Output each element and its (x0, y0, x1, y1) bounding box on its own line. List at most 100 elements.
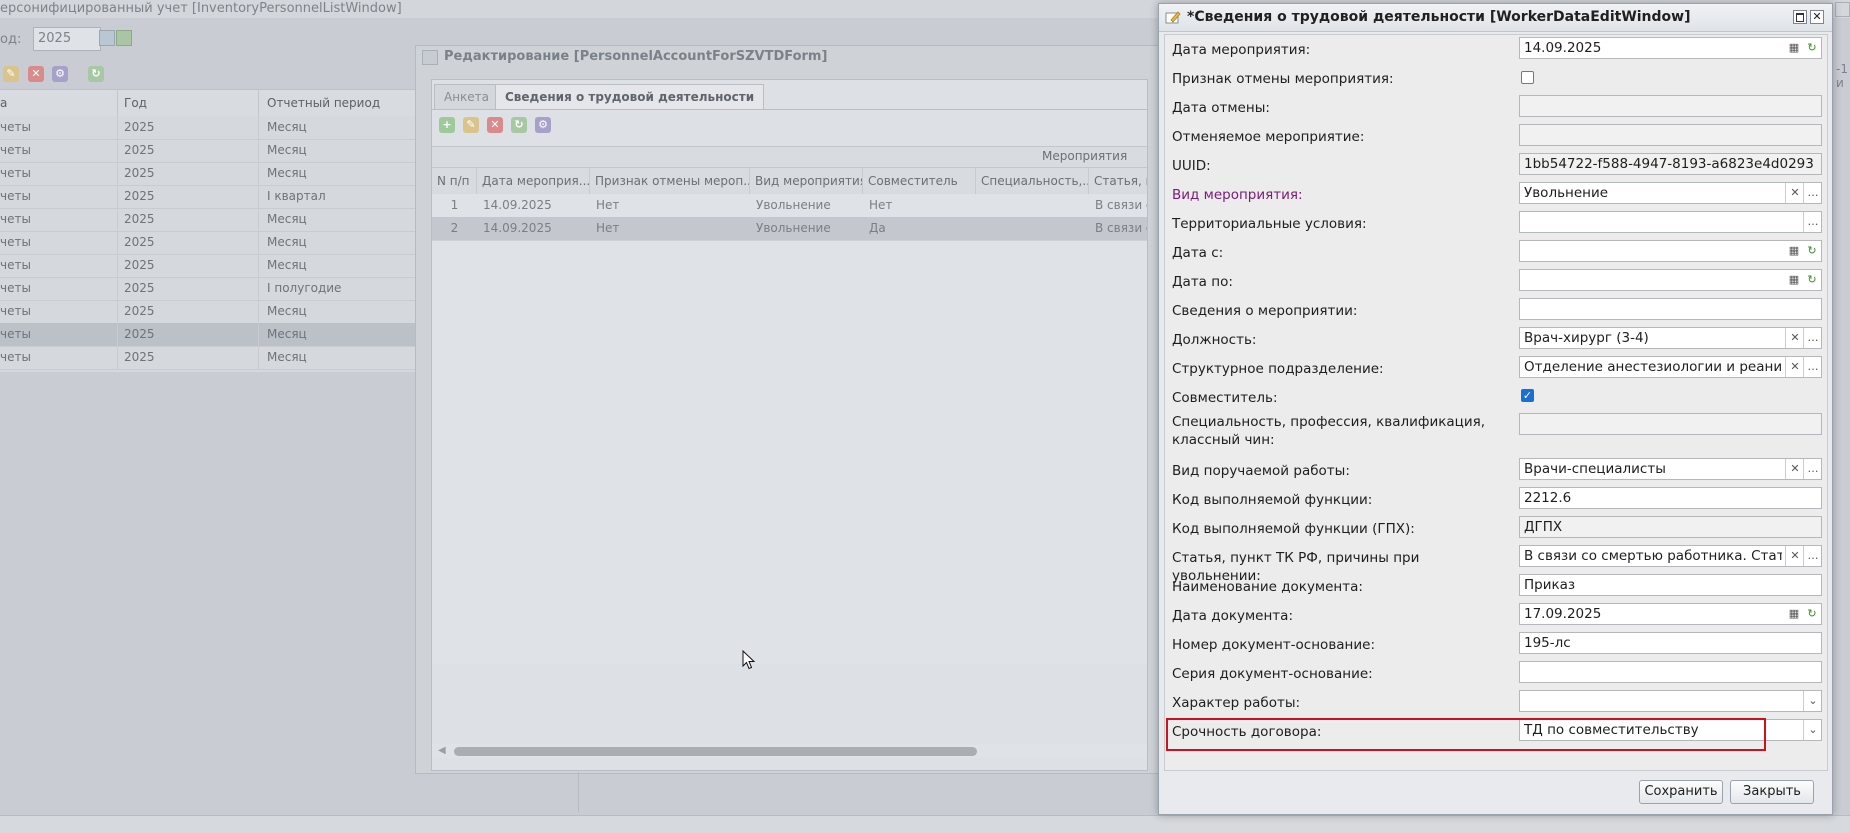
edit-icon[interactable]: ✎ (463, 117, 479, 133)
table-row-selected[interactable]: 2 14.09.2025 Нет Увольнение Да В связи с… (432, 217, 1147, 241)
clear-icon[interactable]: ✕ (1785, 546, 1804, 566)
horizontal-scrollbar[interactable]: ◀ (432, 744, 1147, 758)
column-header-cancel-flag[interactable]: Признак отмены мероп... (590, 168, 750, 194)
department-field[interactable]: Отделение анестезиологии и реанимации ✕ … (1519, 356, 1822, 378)
position-value: Врач-хирург (3-4) (1524, 330, 1649, 346)
calendar-icon[interactable]: ▦ (1785, 241, 1803, 261)
table-row[interactable]: четы 2025 Месяц (0, 162, 415, 186)
table-row[interactable]: 1 14.09.2025 Нет Увольнение Нет В связи … (432, 194, 1147, 218)
column-header-number[interactable]: N п/п (432, 168, 477, 194)
doc-series-field[interactable] (1519, 661, 1822, 683)
scroll-left-icon[interactable]: ◀ (438, 745, 446, 756)
refresh-date-icon[interactable]: ↻ (1803, 604, 1821, 624)
clear-icon[interactable]: ✕ (1785, 357, 1804, 377)
table-row[interactable]: четы 2025 I полугодие (0, 277, 415, 301)
select-dots-icon[interactable]: … (1803, 546, 1821, 566)
column-header-period[interactable]: Отчетный период (258, 90, 417, 116)
reload-icon[interactable]: ↻ (511, 117, 527, 133)
edit-icon[interactable]: ✎ (3, 66, 19, 82)
event-date-value: 14.09.2025 (1524, 40, 1602, 56)
doc-date-field[interactable]: 17.09.2025 ▦ ↻ (1519, 603, 1822, 625)
table-row[interactable]: четы 2025 Месяц (0, 300, 415, 324)
cancel-flag-checkbox[interactable] (1521, 71, 1534, 84)
chevron-down-icon[interactable]: ⌄ (1803, 691, 1821, 711)
select-dots-icon[interactable]: … (1803, 357, 1821, 377)
divider-line (578, 772, 579, 812)
column-header-event-date[interactable]: Дата мероприя... (477, 168, 590, 194)
work-kind-field[interactable]: Врачи-специалисты ✕ … (1519, 458, 1822, 480)
cell-period: I квартал (258, 185, 326, 208)
cell-event-type: Увольнение (756, 198, 831, 212)
doc-number-field[interactable]: 195-лс (1519, 632, 1822, 654)
cell-year: 2025 (117, 185, 155, 208)
add-icon[interactable]: + (439, 117, 455, 133)
year-input[interactable]: 2025 (33, 27, 101, 51)
reload-icon[interactable]: ↻ (88, 66, 104, 82)
date-from-field[interactable]: ▦ ↻ (1519, 240, 1822, 262)
calendar-icon[interactable]: ▦ (1785, 604, 1803, 624)
chevron-down-icon[interactable]: ⌄ (1803, 720, 1821, 740)
date-to-field[interactable]: ▦ ↻ (1519, 269, 1822, 291)
specialty-field[interactable] (1519, 413, 1822, 435)
scrollbar-thumb[interactable] (454, 747, 977, 756)
table-row[interactable]: четы 2025 Месяц (0, 346, 415, 370)
edit-window-icon (1165, 11, 1181, 24)
event-type-field[interactable]: Увольнение ✕ … (1519, 182, 1822, 204)
column-header-specialty[interactable]: Специальность,... (976, 168, 1089, 194)
cell-period: Месяц (258, 116, 307, 139)
calendar-icon[interactable]: ▦ (1785, 38, 1803, 58)
table-row-selected[interactable]: четы 2025 Месяц (0, 323, 415, 347)
select-dots-icon[interactable]: … (1803, 459, 1821, 479)
article-field[interactable]: В связи со смертью работника. Статья 83 … (1519, 545, 1822, 567)
position-field[interactable]: Врач-хирург (3-4) ✕ … (1519, 327, 1822, 349)
refresh-date-icon[interactable]: ↻ (1803, 241, 1821, 261)
function-code-field[interactable]: 2212.6 (1519, 487, 1822, 509)
tab-anketa[interactable]: Анкета (434, 84, 500, 109)
delete-icon[interactable]: ✕ (28, 66, 44, 82)
work-nature-select[interactable]: ⌄ (1519, 690, 1822, 712)
save-button[interactable]: Сохранить (1639, 780, 1723, 804)
cancelled-event-field[interactable] (1519, 124, 1822, 146)
clear-icon[interactable]: ✕ (1785, 328, 1804, 348)
select-dots-icon[interactable]: … (1803, 212, 1821, 232)
uuid-field[interactable]: 1bb54722-f588-4947-8193-a6823e4d0293 (1519, 153, 1822, 175)
background-close-icon[interactable] (1835, 2, 1850, 17)
table-row[interactable]: четы 2025 Месяц (0, 231, 415, 255)
close-button[interactable]: Закрыть (1730, 780, 1814, 804)
cell-number: 2 (450, 221, 459, 235)
table-row[interactable]: четы 2025 Месяц (0, 116, 415, 140)
calendar-icon[interactable] (99, 30, 115, 46)
column-header-year[interactable]: Год (117, 90, 264, 116)
settings-menu-icon[interactable]: ⚙ (52, 66, 68, 82)
table-row[interactable]: четы 2025 Месяц (0, 139, 415, 163)
clear-icon[interactable]: ✕ (1785, 183, 1804, 203)
settings-menu-icon[interactable]: ⚙ (535, 117, 551, 133)
column-header-event-type[interactable]: Вид мероприятия (750, 168, 863, 194)
select-dots-icon[interactable]: … (1803, 183, 1821, 203)
doc-name-field[interactable]: Приказ (1519, 574, 1822, 596)
column-header-article[interactable]: Статья, пун (1089, 168, 1147, 194)
select-dots-icon[interactable]: … (1803, 328, 1821, 348)
column-header-part-time[interactable]: Совместитель (863, 168, 976, 194)
territorial-field[interactable]: … (1519, 211, 1822, 233)
refresh-date-icon[interactable]: ↻ (1803, 270, 1821, 290)
cancel-date-field[interactable] (1519, 95, 1822, 117)
refresh-date-icon[interactable] (116, 30, 132, 46)
close-icon[interactable]: ✕ (1810, 10, 1824, 24)
delete-icon[interactable]: ✕ (487, 117, 503, 133)
calendar-icon[interactable]: ▦ (1785, 270, 1803, 290)
event-info-field[interactable] (1519, 298, 1822, 320)
table-row[interactable]: четы 2025 I квартал (0, 185, 415, 209)
event-date-field[interactable]: 14.09.2025 ▦ ↻ (1519, 37, 1822, 59)
function-code-gph-field[interactable]: ДГПХ (1519, 516, 1822, 538)
maximize-icon[interactable] (1793, 10, 1807, 24)
cell-number: 1 (450, 198, 459, 212)
column-header-name[interactable]: а (0, 90, 110, 116)
tab-work-info[interactable]: Сведения о трудовой деятельности (495, 84, 765, 109)
table-row[interactable]: четы 2025 Месяц (0, 254, 415, 278)
label-position: Должность: (1172, 332, 1257, 348)
clear-icon[interactable]: ✕ (1785, 459, 1804, 479)
refresh-date-icon[interactable]: ↻ (1803, 38, 1821, 58)
part-time-checkbox[interactable]: ✓ (1521, 389, 1534, 402)
table-row[interactable]: четы 2025 Месяц (0, 208, 415, 232)
